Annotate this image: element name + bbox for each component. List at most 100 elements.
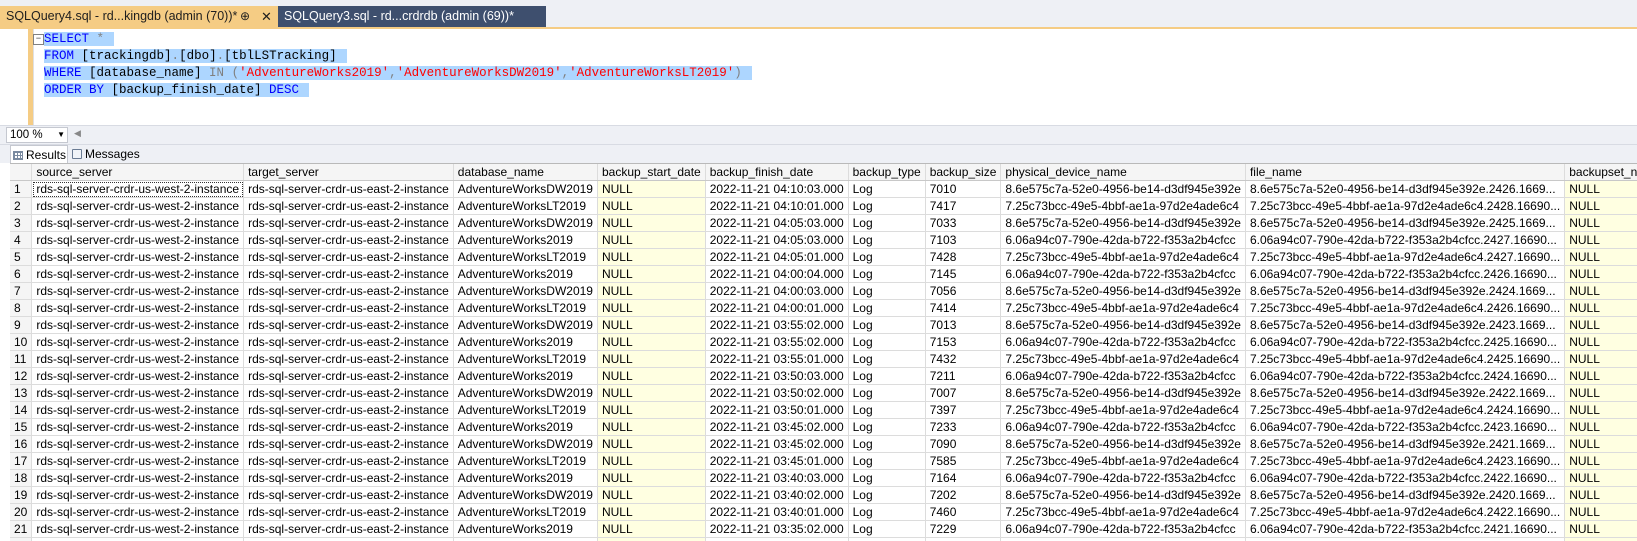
table-cell[interactable]: 8.6e575c7a-52e0-4956-be14-d3df945e392e bbox=[1001, 215, 1246, 232]
table-cell[interactable]: 2022-11-21 04:00:01.000 bbox=[705, 300, 848, 317]
table-row[interactable]: 17rds-sql-server-crdr-us-west-2-instance… bbox=[10, 453, 1637, 470]
table-cell[interactable]: 8.6e575c7a-52e0-4956-be14-d3df945e392e bbox=[1001, 487, 1246, 504]
table-cell[interactable]: Log bbox=[848, 402, 925, 419]
table-cell[interactable]: NULL bbox=[1565, 470, 1637, 487]
table-cell[interactable]: NULL bbox=[597, 436, 705, 453]
table-cell[interactable]: 7211 bbox=[925, 368, 1001, 385]
table-cell[interactable]: Log bbox=[848, 317, 925, 334]
table-cell[interactable]: AdventureWorks2019 bbox=[453, 266, 597, 283]
results-grid[interactable]: source_servertarget_serverdatabase_nameb… bbox=[10, 163, 1637, 541]
table-cell[interactable]: AdventureWorksDW2019 bbox=[453, 385, 597, 402]
table-cell[interactable]: rds-sql-server-crdr-us-east-2-instance bbox=[244, 334, 454, 351]
table-cell[interactable]: NULL bbox=[1565, 487, 1637, 504]
table-cell[interactable]: 2022-11-21 04:05:03.000 bbox=[705, 232, 848, 249]
table-cell[interactable]: 6.06a94c07-790e-42da-b722-f353a2b4cfcc bbox=[1001, 521, 1246, 538]
table-cell[interactable]: 2022-11-21 04:10:01.000 bbox=[705, 198, 848, 215]
table-cell[interactable]: NULL bbox=[597, 300, 705, 317]
table-cell[interactable]: Log bbox=[848, 232, 925, 249]
table-cell[interactable]: NULL bbox=[1565, 453, 1637, 470]
table-cell[interactable]: rds-sql-server-crdr-us-west-2-instance bbox=[32, 334, 244, 351]
table-cell[interactable]: NULL bbox=[597, 181, 705, 198]
table-cell[interactable]: 2022-11-21 04:00:03.000 bbox=[705, 283, 848, 300]
table-cell[interactable]: AdventureWorksLT2019 bbox=[453, 351, 597, 368]
table-cell[interactable]: NULL bbox=[1565, 181, 1637, 198]
table-cell[interactable]: rds-sql-server-crdr-us-east-2-instance bbox=[244, 198, 454, 215]
table-row[interactable]: 3rds-sql-server-crdr-us-west-2-instancer… bbox=[10, 215, 1637, 232]
row-number[interactable]: 2 bbox=[10, 198, 32, 215]
table-cell[interactable]: NULL bbox=[597, 215, 705, 232]
table-cell[interactable]: AdventureWorksLT2019 bbox=[453, 300, 597, 317]
table-cell[interactable]: Log bbox=[848, 538, 925, 541]
table-cell[interactable]: 7016 bbox=[925, 538, 1001, 541]
column-header[interactable]: backup_start_date bbox=[597, 164, 705, 181]
table-cell[interactable]: rds-sql-server-crdr-us-east-2-instance bbox=[244, 487, 454, 504]
table-cell[interactable]: rds-sql-server-crdr-us-west-2-instance bbox=[32, 249, 244, 266]
table-cell[interactable]: 6.06a94c07-790e-42da-b722-f353a2b4cfcc bbox=[1001, 334, 1246, 351]
column-header[interactable]: backup_type bbox=[848, 164, 925, 181]
table-cell[interactable]: 8.6e575c7a-52e0-4956-be14-d3df945e392e.2… bbox=[1245, 215, 1564, 232]
table-cell[interactable]: Log bbox=[848, 504, 925, 521]
table-cell[interactable]: NULL bbox=[1565, 215, 1637, 232]
table-cell[interactable]: 8.6e575c7a-52e0-4956-be14-d3df945e392e.2… bbox=[1245, 436, 1564, 453]
table-cell[interactable]: Log bbox=[848, 470, 925, 487]
table-cell[interactable]: 6.06a94c07-790e-42da-b722-f353a2b4cfcc bbox=[1001, 368, 1246, 385]
table-cell[interactable]: rds-sql-server-crdr-us-west-2-instance bbox=[32, 317, 244, 334]
table-cell[interactable]: NULL bbox=[597, 368, 705, 385]
table-cell[interactable]: 2022-11-21 03:40:03.000 bbox=[705, 470, 848, 487]
table-cell[interactable]: NULL bbox=[597, 351, 705, 368]
table-cell[interactable]: NULL bbox=[1565, 317, 1637, 334]
zoom-select[interactable]: 100 % ▼ bbox=[6, 127, 68, 143]
table-cell[interactable]: NULL bbox=[1565, 351, 1637, 368]
table-cell[interactable]: rds-sql-server-crdr-us-east-2-instance bbox=[244, 351, 454, 368]
table-cell[interactable]: 7.25c73bcc-49e5-4bbf-ae1a-97d2e4ade6c4.2… bbox=[1245, 198, 1564, 215]
table-cell[interactable]: 2022-11-21 03:50:03.000 bbox=[705, 368, 848, 385]
table-cell[interactable]: rds-sql-server-crdr-us-west-2-instance bbox=[32, 198, 244, 215]
table-cell[interactable]: 8.6e575c7a-52e0-4956-be14-d3df945e392e bbox=[1001, 385, 1246, 402]
table-cell[interactable]: 6.06a94c07-790e-42da-b722-f353a2b4cfcc.2… bbox=[1245, 266, 1564, 283]
table-cell[interactable]: 2022-11-21 03:50:01.000 bbox=[705, 402, 848, 419]
table-cell[interactable]: rds-sql-server-crdr-us-east-2-instance bbox=[244, 538, 454, 541]
table-cell[interactable]: 7428 bbox=[925, 249, 1001, 266]
table-cell[interactable]: NULL bbox=[1565, 266, 1637, 283]
table-cell[interactable]: 2022-11-21 03:45:01.000 bbox=[705, 453, 848, 470]
row-number[interactable]: 11 bbox=[10, 351, 32, 368]
table-cell[interactable]: 6.06a94c07-790e-42da-b722-f353a2b4cfcc bbox=[1001, 470, 1246, 487]
table-cell[interactable]: 2022-11-21 03:55:02.000 bbox=[705, 317, 848, 334]
row-number[interactable]: 13 bbox=[10, 385, 32, 402]
table-cell[interactable]: rds-sql-server-crdr-us-east-2-instance bbox=[244, 368, 454, 385]
table-cell[interactable]: rds-sql-server-crdr-us-west-2-instance bbox=[32, 300, 244, 317]
table-row[interactable]: 16rds-sql-server-crdr-us-west-2-instance… bbox=[10, 436, 1637, 453]
table-cell[interactable]: 2022-11-21 04:00:04.000 bbox=[705, 266, 848, 283]
table-cell[interactable]: rds-sql-server-crdr-us-west-2-instance bbox=[32, 402, 244, 419]
table-cell[interactable]: 2022-11-21 03:55:02.000 bbox=[705, 334, 848, 351]
table-row[interactable]: 10rds-sql-server-crdr-us-west-2-instance… bbox=[10, 334, 1637, 351]
table-cell[interactable]: 7103 bbox=[925, 232, 1001, 249]
row-number[interactable]: 15 bbox=[10, 419, 32, 436]
table-cell[interactable]: rds-sql-server-crdr-us-west-2-instance bbox=[32, 385, 244, 402]
table-cell[interactable]: 7.25c73bcc-49e5-4bbf-ae1a-97d2e4ade6c4.2… bbox=[1245, 504, 1564, 521]
row-number[interactable]: 14 bbox=[10, 402, 32, 419]
table-cell[interactable]: 7.25c73bcc-49e5-4bbf-ae1a-97d2e4ade6c4 bbox=[1001, 402, 1246, 419]
table-row[interactable]: 4rds-sql-server-crdr-us-west-2-instancer… bbox=[10, 232, 1637, 249]
code-line[interactable]: ORDER BY [backup_finish_date] DESC bbox=[36, 82, 752, 99]
table-cell[interactable]: 6.06a94c07-790e-42da-b722-f353a2b4cfcc.2… bbox=[1245, 334, 1564, 351]
table-cell[interactable]: NULL bbox=[1565, 402, 1637, 419]
table-cell[interactable]: Log bbox=[848, 385, 925, 402]
table-cell[interactable]: 7013 bbox=[925, 317, 1001, 334]
table-cell[interactable]: NULL bbox=[597, 249, 705, 266]
table-row[interactable]: 9rds-sql-server-crdr-us-west-2-instancer… bbox=[10, 317, 1637, 334]
table-row[interactable]: 7rds-sql-server-crdr-us-west-2-instancer… bbox=[10, 283, 1637, 300]
table-cell[interactable]: 2022-11-21 04:10:03.000 bbox=[705, 181, 848, 198]
table-cell[interactable]: 7397 bbox=[925, 402, 1001, 419]
table-cell[interactable]: Log bbox=[848, 487, 925, 504]
table-cell[interactable]: 8.6e575c7a-52e0-4956-be14-d3df945e392e.2… bbox=[1245, 538, 1564, 541]
table-cell[interactable]: NULL bbox=[597, 317, 705, 334]
table-cell[interactable]: Log bbox=[848, 453, 925, 470]
table-cell[interactable]: NULL bbox=[1565, 249, 1637, 266]
table-row[interactable]: 8rds-sql-server-crdr-us-west-2-instancer… bbox=[10, 300, 1637, 317]
column-header[interactable]: physical_device_name bbox=[1001, 164, 1246, 181]
column-header[interactable]: source_server bbox=[32, 164, 244, 181]
table-cell[interactable]: rds-sql-server-crdr-us-east-2-instance bbox=[244, 266, 454, 283]
table-row[interactable]: 15rds-sql-server-crdr-us-west-2-instance… bbox=[10, 419, 1637, 436]
table-cell[interactable]: rds-sql-server-crdr-us-west-2-instance bbox=[32, 368, 244, 385]
